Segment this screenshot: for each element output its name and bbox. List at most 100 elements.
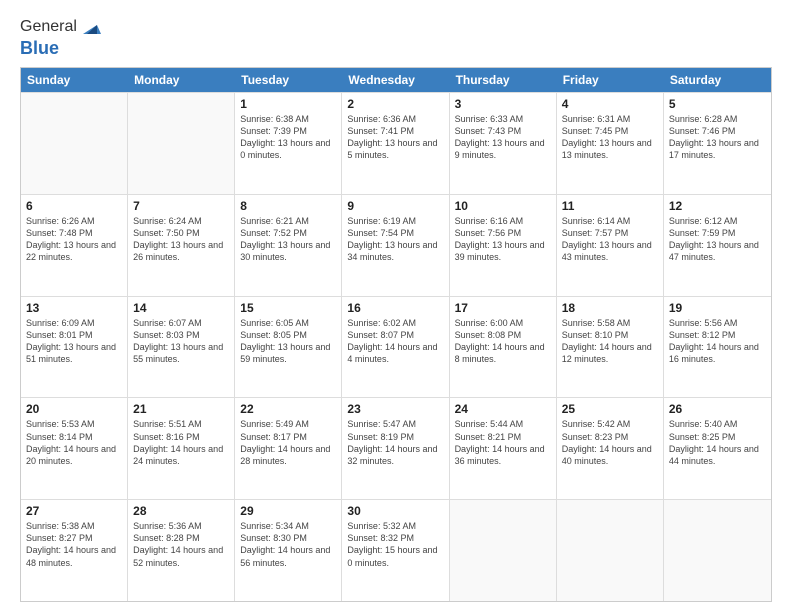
day-number: 8 xyxy=(240,199,336,213)
logo-icon xyxy=(79,16,101,38)
day-cell-21: 21Sunrise: 5:51 AM Sunset: 8:16 PM Dayli… xyxy=(128,398,235,499)
header-cell-tuesday: Tuesday xyxy=(235,68,342,92)
day-cell-18: 18 Sunrise: 5:58 AM Sunset: 8:10 PM Dayli… xyxy=(557,297,664,398)
day-number: 20 xyxy=(26,402,122,416)
day-cell-1: 1 Sunrise: 6:38 AM Sunset: 7:39 PM Daylig… xyxy=(235,93,342,194)
day-number: 11 xyxy=(562,199,658,213)
day-cell-3: 3 Sunrise: 6:33 AM Sunset: 7:43 PM Daylig… xyxy=(450,93,557,194)
day-cell-11: 11 Sunrise: 6:14 AM Sunset: 7:57 PM Dayli… xyxy=(557,195,664,296)
day-cell-16: 16 Sunrise: 6:02 AM Sunset: 8:07 PM Dayli… xyxy=(342,297,449,398)
day-number: 18 xyxy=(562,301,658,315)
empty-cell xyxy=(664,500,771,601)
calendar-body: 1 Sunrise: 6:38 AM Sunset: 7:39 PM Daylig… xyxy=(21,92,771,601)
day-cell-28: 28 Sunrise: 5:36 AM Sunset: 8:28 PM Dayli… xyxy=(128,500,235,601)
calendar-header: SundayMondayTuesdayWednesdayThursdayFrid… xyxy=(21,68,771,92)
day-cell-26: 26 Sunrise: 5:40 AM Sunset: 8:25 PM Dayli… xyxy=(664,398,771,499)
day-cell-17: 17 Sunrise: 6:00 AM Sunset: 8:08 PM Dayli… xyxy=(450,297,557,398)
cell-details: Sunrise: 6:05 AM Sunset: 8:05 PM Dayligh… xyxy=(240,317,336,366)
header-cell-wednesday: Wednesday xyxy=(342,68,449,92)
day-number: 24 xyxy=(455,402,551,416)
day-number: 9 xyxy=(347,199,443,213)
day-cell-15: 15 Sunrise: 6:05 AM Sunset: 8:05 PM Dayli… xyxy=(235,297,342,398)
header-cell-monday: Monday xyxy=(128,68,235,92)
cell-details: Sunrise: 5:32 AM Sunset: 8:32 PM Dayligh… xyxy=(347,520,443,569)
calendar: SundayMondayTuesdayWednesdayThursdayFrid… xyxy=(20,67,772,602)
logo-blue-text: Blue xyxy=(20,38,101,59)
header-cell-thursday: Thursday xyxy=(450,68,557,92)
cell-details: Sunrise: 5:34 AM Sunset: 8:30 PM Dayligh… xyxy=(240,520,336,569)
cell-details: Sunrise: 6:36 AM Sunset: 7:41 PM Dayligh… xyxy=(347,113,443,162)
day-number: 1 xyxy=(240,97,336,111)
cell-details: Sunrise: 6:26 AM Sunset: 7:48 PM Dayligh… xyxy=(26,215,122,264)
header-cell-friday: Friday xyxy=(557,68,664,92)
cell-details: Sunrise: 6:38 AM Sunset: 7:39 PM Dayligh… xyxy=(240,113,336,162)
cell-details: Sunrise: 6:14 AM Sunset: 7:57 PM Dayligh… xyxy=(562,215,658,264)
day-cell-27: 27Sunrise: 5:38 AM Sunset: 8:27 PM Dayli… xyxy=(21,500,128,601)
day-cell-12: 12 Sunrise: 6:12 AM Sunset: 7:59 PM Dayli… xyxy=(664,195,771,296)
empty-cell xyxy=(557,500,664,601)
day-number: 15 xyxy=(240,301,336,315)
day-cell-22: 22 Sunrise: 5:49 AM Sunset: 8:17 PM Dayli… xyxy=(235,398,342,499)
cell-details: Sunrise: 5:38 AM Sunset: 8:27 PM Dayligh… xyxy=(26,520,122,569)
cell-details: Sunrise: 6:33 AM Sunset: 7:43 PM Dayligh… xyxy=(455,113,551,162)
day-number: 28 xyxy=(133,504,229,518)
day-number: 17 xyxy=(455,301,551,315)
day-cell-29: 29 Sunrise: 5:34 AM Sunset: 8:30 PM Dayli… xyxy=(235,500,342,601)
day-cell-5: 5 Sunrise: 6:28 AM Sunset: 7:46 PM Daylig… xyxy=(664,93,771,194)
calendar-row-3: 13Sunrise: 6:09 AM Sunset: 8:01 PM Dayli… xyxy=(21,296,771,398)
day-number: 13 xyxy=(26,301,122,315)
day-cell-13: 13Sunrise: 6:09 AM Sunset: 8:01 PM Dayli… xyxy=(21,297,128,398)
header: General Blue xyxy=(20,16,772,59)
day-cell-8: 8Sunrise: 6:21 AM Sunset: 7:52 PM Daylig… xyxy=(235,195,342,296)
cell-details: Sunrise: 6:28 AM Sunset: 7:46 PM Dayligh… xyxy=(669,113,766,162)
cell-details: Sunrise: 5:56 AM Sunset: 8:12 PM Dayligh… xyxy=(669,317,766,366)
day-number: 2 xyxy=(347,97,443,111)
cell-details: Sunrise: 5:40 AM Sunset: 8:25 PM Dayligh… xyxy=(669,418,766,467)
cell-details: Sunrise: 6:12 AM Sunset: 7:59 PM Dayligh… xyxy=(669,215,766,264)
cell-details: Sunrise: 6:31 AM Sunset: 7:45 PM Dayligh… xyxy=(562,113,658,162)
calendar-row-5: 27Sunrise: 5:38 AM Sunset: 8:27 PM Dayli… xyxy=(21,499,771,601)
day-number: 6 xyxy=(26,199,122,213)
cell-details: Sunrise: 5:49 AM Sunset: 8:17 PM Dayligh… xyxy=(240,418,336,467)
day-number: 19 xyxy=(669,301,766,315)
day-cell-14: 14Sunrise: 6:07 AM Sunset: 8:03 PM Dayli… xyxy=(128,297,235,398)
cell-details: Sunrise: 5:42 AM Sunset: 8:23 PM Dayligh… xyxy=(562,418,658,467)
calendar-row-2: 6 Sunrise: 6:26 AM Sunset: 7:48 PM Daylig… xyxy=(21,194,771,296)
empty-cell xyxy=(450,500,557,601)
cell-details: Sunrise: 6:19 AM Sunset: 7:54 PM Dayligh… xyxy=(347,215,443,264)
day-cell-24: 24 Sunrise: 5:44 AM Sunset: 8:21 PM Dayli… xyxy=(450,398,557,499)
day-number: 23 xyxy=(347,402,443,416)
page: General Blue SundayMondayTuesdayWednesda… xyxy=(0,0,792,612)
day-number: 5 xyxy=(669,97,766,111)
day-number: 3 xyxy=(455,97,551,111)
cell-details: Sunrise: 5:36 AM Sunset: 8:28 PM Dayligh… xyxy=(133,520,229,569)
day-number: 16 xyxy=(347,301,443,315)
day-number: 29 xyxy=(240,504,336,518)
day-number: 12 xyxy=(669,199,766,213)
cell-details: Sunrise: 6:16 AM Sunset: 7:56 PM Dayligh… xyxy=(455,215,551,264)
cell-details: Sunrise: 5:53 AM Sunset: 8:14 PM Dayligh… xyxy=(26,418,122,467)
day-number: 25 xyxy=(562,402,658,416)
cell-details: Sunrise: 5:47 AM Sunset: 8:19 PM Dayligh… xyxy=(347,418,443,467)
day-number: 22 xyxy=(240,402,336,416)
day-number: 4 xyxy=(562,97,658,111)
cell-details: Sunrise: 6:00 AM Sunset: 8:08 PM Dayligh… xyxy=(455,317,551,366)
cell-details: Sunrise: 5:58 AM Sunset: 8:10 PM Dayligh… xyxy=(562,317,658,366)
day-cell-19: 19 Sunrise: 5:56 AM Sunset: 8:12 PM Dayli… xyxy=(664,297,771,398)
day-cell-25: 25 Sunrise: 5:42 AM Sunset: 8:23 PM Dayli… xyxy=(557,398,664,499)
day-cell-4: 4 Sunrise: 6:31 AM Sunset: 7:45 PM Daylig… xyxy=(557,93,664,194)
logo: General Blue xyxy=(20,16,101,59)
cell-details: Sunrise: 5:44 AM Sunset: 8:21 PM Dayligh… xyxy=(455,418,551,467)
day-cell-7: 7Sunrise: 6:24 AM Sunset: 7:50 PM Daylig… xyxy=(128,195,235,296)
day-cell-23: 23 Sunrise: 5:47 AM Sunset: 8:19 PM Dayli… xyxy=(342,398,449,499)
day-cell-20: 20 Sunrise: 5:53 AM Sunset: 8:14 PM Dayli… xyxy=(21,398,128,499)
day-cell-10: 10Sunrise: 6:16 AM Sunset: 7:56 PM Dayli… xyxy=(450,195,557,296)
day-cell-2: 2 Sunrise: 6:36 AM Sunset: 7:41 PM Daylig… xyxy=(342,93,449,194)
day-cell-6: 6 Sunrise: 6:26 AM Sunset: 7:48 PM Daylig… xyxy=(21,195,128,296)
empty-cell xyxy=(21,93,128,194)
cell-details: Sunrise: 6:02 AM Sunset: 8:07 PM Dayligh… xyxy=(347,317,443,366)
header-cell-sunday: Sunday xyxy=(21,68,128,92)
day-number: 26 xyxy=(669,402,766,416)
logo-general-text: General xyxy=(20,18,77,36)
day-cell-30: 30Sunrise: 5:32 AM Sunset: 8:32 PM Dayli… xyxy=(342,500,449,601)
